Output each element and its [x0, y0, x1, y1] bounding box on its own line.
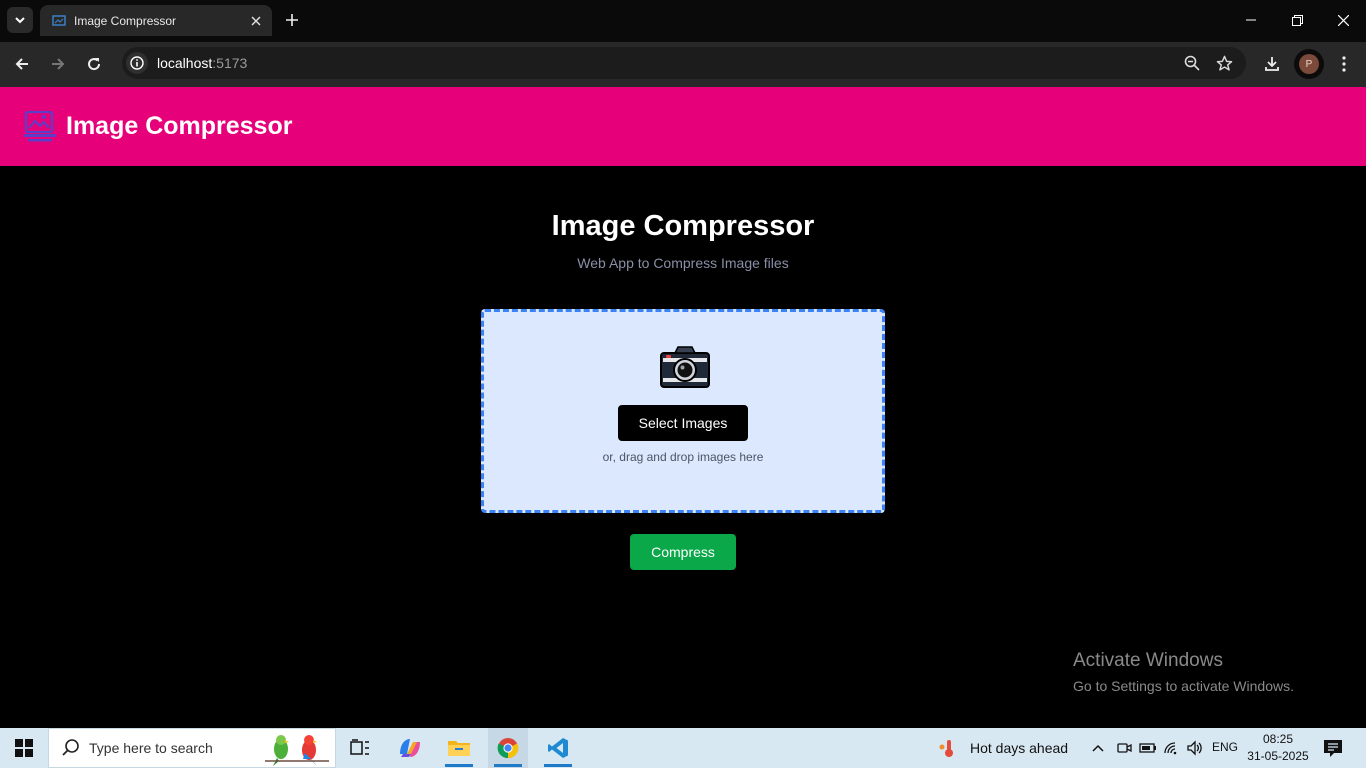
thermometer-icon	[939, 740, 953, 757]
bookmark-button[interactable]	[1212, 51, 1236, 75]
input-language[interactable]: ENG	[1212, 740, 1238, 754]
windows-logo-icon	[15, 739, 33, 757]
weather-widget[interactable]: Hot days ahead	[936, 728, 1068, 768]
camera-icon	[660, 346, 710, 388]
battery-button[interactable]	[1138, 738, 1158, 758]
activate-windows-watermark: Activate Windows Go to Settings to activ…	[1073, 650, 1294, 694]
speaker-icon	[1187, 740, 1202, 756]
browser-tab-active[interactable]: Image Compressor	[40, 5, 272, 36]
taskbar-clock[interactable]: 08:25 31-05-2025	[1246, 731, 1310, 765]
tab-search-button[interactable]	[7, 7, 33, 33]
meet-now-button[interactable]	[1114, 738, 1134, 758]
parrots-search-highlight-icon	[265, 735, 329, 766]
forward-button[interactable]	[45, 51, 71, 77]
search-icon	[62, 739, 79, 756]
windows-taskbar: Type here to search Hot days ahead ENG 0…	[0, 728, 1366, 768]
copilot-app[interactable]	[390, 728, 430, 768]
browser-menu-button[interactable]	[1331, 51, 1357, 77]
restore-button[interactable]	[1274, 0, 1320, 40]
activate-windows-subtitle: Go to Settings to activate Windows.	[1073, 678, 1294, 694]
drop-hint-text: or, drag and drop images here	[602, 450, 764, 464]
copilot-icon	[400, 739, 420, 757]
clock-date: 31-05-2025	[1247, 749, 1309, 763]
star-icon	[1216, 55, 1232, 71]
vscode-app[interactable]	[538, 728, 578, 768]
download-icon	[1265, 57, 1279, 71]
app-header: Image Compressor	[0, 87, 1366, 166]
minimize-icon	[1246, 19, 1256, 21]
site-info-button[interactable]	[126, 52, 148, 74]
chrome-app[interactable]	[488, 728, 528, 768]
notifications-icon[interactable]	[1322, 737, 1344, 759]
minimize-button[interactable]	[1228, 0, 1274, 40]
taskbar-search[interactable]: Type here to search	[48, 728, 336, 768]
close-window-button[interactable]	[1320, 0, 1366, 40]
app-logo-icon	[24, 110, 56, 141]
task-view-button[interactable]	[340, 728, 380, 768]
start-button[interactable]	[0, 728, 48, 768]
address-bar[interactable]: localhost:5173	[122, 47, 1246, 79]
camera-tray-icon	[1117, 743, 1132, 753]
battery-icon	[1139, 743, 1156, 753]
reload-icon	[88, 58, 101, 71]
browser-toolbar: localhost:5173 P	[0, 42, 1366, 87]
main-content: Image Compressor Web App to Compress Ima…	[0, 166, 1366, 728]
network-button[interactable]	[1162, 738, 1182, 758]
tab-close-icon[interactable]	[246, 11, 266, 31]
task-view-icon	[350, 739, 369, 755]
page-title: Image Compressor	[551, 210, 815, 242]
clock-time: 08:25	[1262, 732, 1294, 746]
chrome-icon	[497, 738, 519, 759]
profile-initial: P	[1299, 54, 1319, 74]
image-dropzone[interactable]: Select Images or, drag and drop images h…	[481, 309, 885, 513]
info-icon	[130, 56, 144, 70]
kebab-menu-icon	[1342, 56, 1346, 72]
arrow-left-icon	[15, 58, 28, 70]
search-placeholder: Type here to search	[89, 740, 213, 756]
compress-button[interactable]: Compress	[630, 534, 736, 570]
chevron-up-icon	[1092, 744, 1104, 752]
restore-icon	[1291, 14, 1303, 26]
reload-button[interactable]	[81, 51, 107, 77]
volume-button[interactable]	[1185, 738, 1205, 758]
folder-icon	[448, 741, 470, 756]
activate-windows-title: Activate Windows	[1073, 650, 1223, 671]
app-favicon-icon	[52, 14, 66, 26]
new-tab-button[interactable]	[281, 9, 303, 31]
select-images-button[interactable]: Select Images	[618, 405, 748, 441]
downloads-button[interactable]	[1259, 51, 1285, 77]
zoom-button[interactable]	[1180, 51, 1204, 75]
vscode-icon	[548, 738, 568, 758]
page-subtitle: Web App to Compress Image files	[577, 255, 789, 271]
url-text[interactable]: localhost:5173	[157, 55, 247, 71]
back-button[interactable]	[9, 51, 35, 77]
tab-title: Image Compressor	[74, 13, 177, 28]
file-explorer-app[interactable]	[439, 728, 479, 768]
wifi-icon	[1164, 742, 1177, 755]
close-icon	[1337, 14, 1349, 26]
profile-avatar[interactable]: P	[1294, 49, 1324, 79]
arrow-right-icon	[52, 58, 65, 70]
app-header-title: Image Compressor	[66, 112, 293, 140]
weather-text: Hot days ahead	[970, 740, 1069, 756]
plus-icon	[286, 14, 298, 26]
show-hidden-icons-button[interactable]	[1088, 738, 1108, 758]
zoom-icon	[1184, 55, 1200, 71]
chevron-down-icon	[15, 17, 25, 24]
browser-tabbar: Image Compressor	[0, 0, 1366, 42]
